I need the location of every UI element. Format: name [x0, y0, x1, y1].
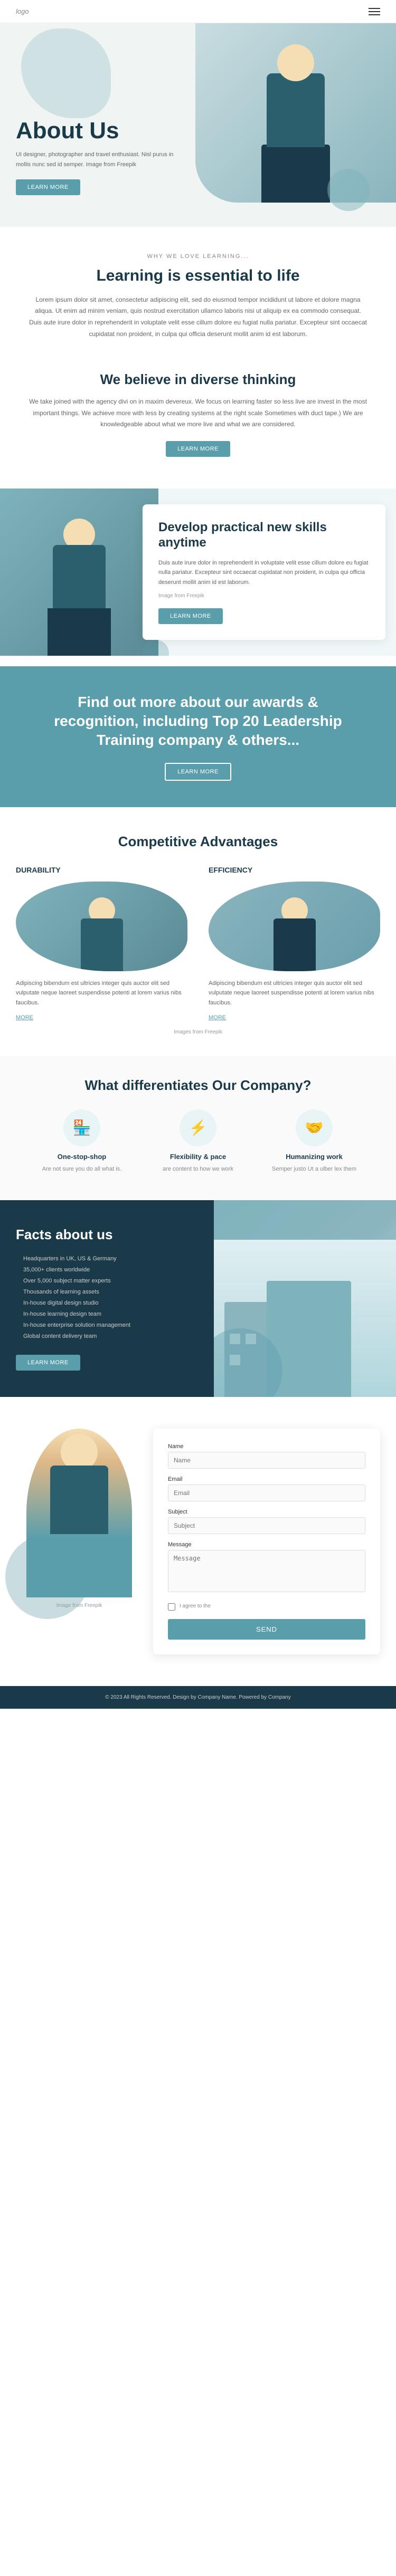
practical-title: Develop practical new skills anytime	[158, 520, 370, 551]
why-label: WHY WE LOVE LEARNING...	[16, 253, 380, 260]
form-checkbox-label: I agree to the	[180, 1602, 211, 1610]
practical-body: Duis aute irure dolor in reprehenderit i…	[158, 558, 370, 588]
list-item: Over 5,000 subject matter experts	[16, 1276, 198, 1287]
diff-label-flexibility: Flexibility & pace	[145, 1153, 251, 1161]
logo: logo	[16, 7, 29, 15]
footer-text: © 2023 All Rights Reserved. Design by Co…	[16, 1694, 380, 1700]
diff-item-humanizing: 🤝 Humanizing work Semper justo Ut a ulbe…	[261, 1109, 367, 1174]
subject-label: Subject	[168, 1509, 365, 1515]
advantages-title: Competitive Advantages	[16, 834, 380, 850]
awards-cta-button[interactable]: LEARN MORE	[165, 763, 231, 781]
hero-subtitle: UI designer, photographer and travel ent…	[16, 150, 185, 169]
diff-icon-humanizing: 🤝	[296, 1109, 333, 1146]
submit-button[interactable]: SEND	[168, 1619, 365, 1640]
diff-body-flexibility: are content to how we work	[145, 1165, 251, 1174]
advantages-images-from: Images from Freepik	[16, 1029, 380, 1035]
list-item: 35,000+ clients worldwide	[16, 1265, 198, 1276]
advantage-durability-image	[16, 882, 187, 971]
practical-image	[0, 489, 158, 656]
diff-item-flexibility: ⚡ Flexibility & pace are content to how …	[145, 1109, 251, 1174]
diff-label-humanizing: Humanizing work	[261, 1153, 367, 1161]
form-row-message: Message	[168, 1541, 365, 1595]
diff-item-one-stop: 🏪 One-stop-shop Are not sure you do all …	[29, 1109, 135, 1174]
name-input[interactable]	[168, 1452, 365, 1469]
form-checkbox[interactable]	[168, 1603, 175, 1611]
form-row-name: Name	[168, 1443, 365, 1469]
advantage-efficiency: EFFICIENCY Adipiscing bibendum est ultri…	[209, 866, 380, 1021]
practical-card: Develop practical new skills anytime Dui…	[143, 504, 385, 640]
facts-list: Headquarters in UK, US & Germany 35,000+…	[16, 1253, 198, 1342]
list-item: In-house learning design team	[16, 1309, 198, 1320]
diff-section: What differentiates Our Company? 🏪 One-s…	[0, 1056, 396, 1201]
form-checkbox-row: I agree to the	[168, 1602, 365, 1611]
contact-person-area: Image from Freepik	[16, 1429, 143, 1608]
list-item: Thousands of learning assets	[16, 1287, 198, 1298]
believe-cta-button[interactable]: LEARN MORE	[166, 441, 230, 457]
list-item: In-house digital design studio	[16, 1298, 198, 1309]
hero-title: About Us	[16, 118, 185, 143]
footer: © 2023 All Rights Reserved. Design by Co…	[0, 1686, 396, 1709]
advantage-efficiency-body: Adipiscing bibendum est ultricies intege…	[209, 979, 380, 1008]
diff-icon-flexibility: ⚡	[180, 1109, 216, 1146]
email-input[interactable]	[168, 1485, 365, 1501]
why-title: Learning is essential to life	[16, 267, 380, 285]
practical-source: Image from Freepik	[158, 593, 370, 599]
advantage-efficiency-image	[209, 882, 380, 971]
list-item: In-house enterprise solution management	[16, 1320, 198, 1331]
subject-input[interactable]	[168, 1517, 365, 1534]
contact-img-source: Image from Freepik	[16, 1603, 143, 1608]
believe-section: We believe in diverse thinking We take j…	[0, 356, 396, 478]
contact-section: Image from Freepik Name Email Subject Me…	[0, 1397, 396, 1686]
advantage-durability-body: Adipiscing bibendum est ultricies intege…	[16, 979, 187, 1008]
hero-cta-button[interactable]: LEARN MORE	[16, 179, 80, 195]
practical-cta-button[interactable]: LEARN MORE	[158, 608, 223, 624]
diff-icon-shop: 🏪	[63, 1109, 100, 1146]
advantage-durability-label: DURABILITY	[16, 866, 187, 874]
facts-title: Facts about us	[16, 1227, 198, 1243]
email-label: Email	[168, 1476, 365, 1482]
why-body: Lorem ipsum dolor sit amet, consectetur …	[29, 294, 367, 340]
advantage-durability: DURABILITY Adipiscing bibendum est ultri…	[16, 866, 187, 1021]
diff-body-shop: Are not sure you do all what is.	[29, 1165, 135, 1174]
facts-left: Facts about us Headquarters in UK, US & …	[0, 1200, 214, 1396]
message-textarea[interactable]	[168, 1550, 365, 1592]
advantages-section: Competitive Advantages DURABILITY Adipis…	[0, 807, 396, 1056]
message-label: Message	[168, 1541, 365, 1548]
form-row-subject: Subject	[168, 1509, 365, 1534]
advantage-efficiency-more[interactable]: MORE	[209, 1014, 380, 1021]
list-item: Headquarters in UK, US & Germany	[16, 1253, 198, 1265]
hero-section: About Us UI designer, photographer and t…	[0, 23, 396, 227]
awards-section: Find out more about our awards & recogni…	[0, 666, 396, 807]
advantage-durability-more[interactable]: MORE	[16, 1014, 187, 1021]
diff-label-shop: One-stop-shop	[29, 1153, 135, 1161]
contact-person-image	[26, 1429, 132, 1597]
facts-section: Facts about us Headquarters in UK, US & …	[0, 1200, 396, 1396]
name-label: Name	[168, 1443, 365, 1450]
diff-body-humanizing: Semper justo Ut a ulber lex them	[261, 1165, 367, 1174]
believe-body: We take joined with the agency divi on i…	[29, 396, 367, 430]
hamburger-menu[interactable]	[369, 8, 380, 15]
list-item: Global content delivery team	[16, 1331, 198, 1342]
practical-section: Develop practical new skills anytime Dui…	[0, 489, 396, 656]
awards-title: Find out more about our awards & recogni…	[50, 693, 346, 750]
facts-cta-button[interactable]: LEARN MORE	[16, 1355, 80, 1371]
diff-title: What differentiates Our Company?	[16, 1077, 380, 1094]
form-row-email: Email	[168, 1476, 365, 1501]
hero-content: About Us UI designer, photographer and t…	[16, 118, 185, 195]
advantage-efficiency-label: EFFICIENCY	[209, 866, 380, 874]
contact-form-wrap: Name Email Subject Message I agree to th…	[153, 1429, 380, 1654]
believe-title: We believe in diverse thinking	[16, 371, 380, 388]
facts-image	[214, 1200, 396, 1396]
why-section: WHY WE LOVE LEARNING... Learning is esse…	[0, 227, 396, 356]
header: logo	[0, 0, 396, 23]
